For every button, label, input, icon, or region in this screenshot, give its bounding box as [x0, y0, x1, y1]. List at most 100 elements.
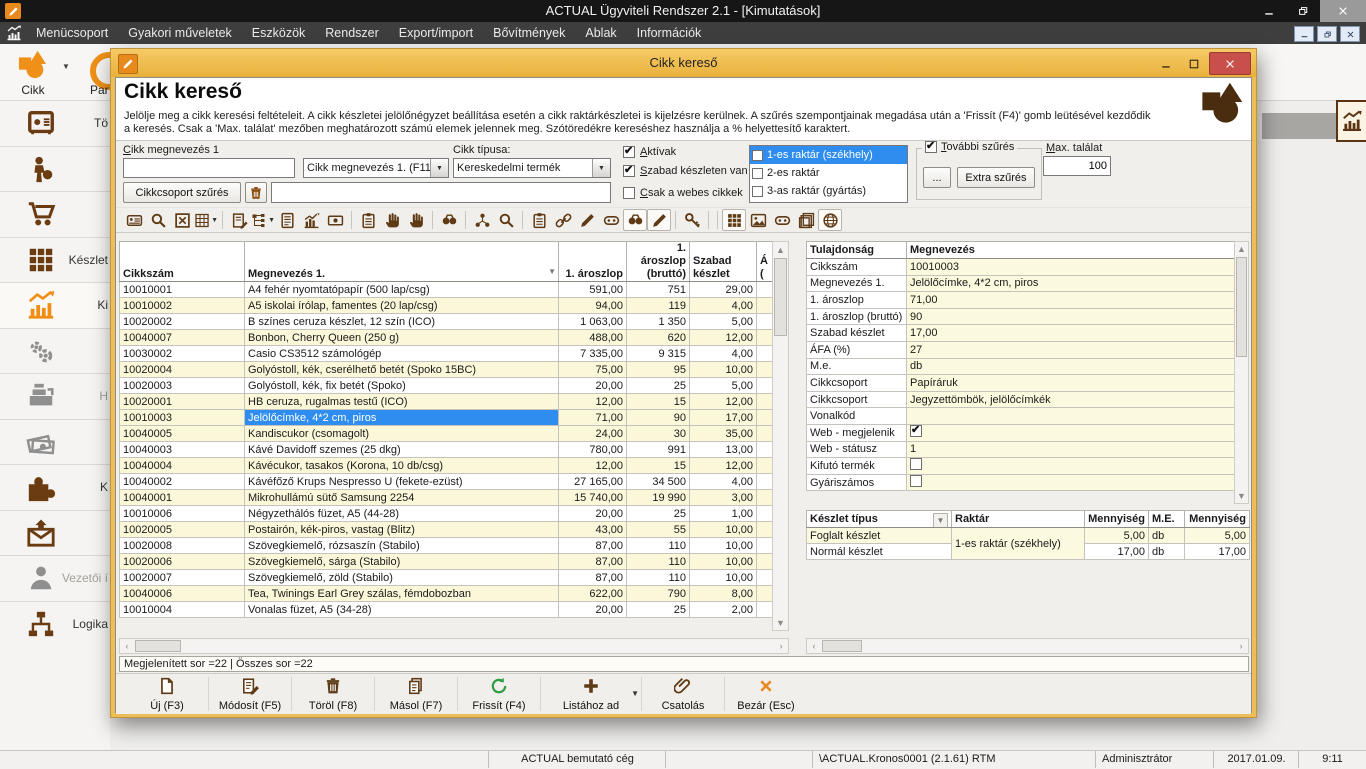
toolbar-cikk-button[interactable]: Cikk [4, 47, 62, 97]
table-cell[interactable]: Casio CS3512 számológép [245, 346, 559, 362]
toolbar-tree-button[interactable]: ▼ [251, 209, 275, 231]
checkbox[interactable] [752, 150, 763, 161]
table-cell[interactable]: 10010004 [120, 602, 245, 618]
dialog-titlebar[interactable]: Cikk kereső [111, 49, 1256, 77]
toolbar-doc-button[interactable] [275, 209, 299, 231]
table-cell[interactable]: 71,00 [559, 410, 627, 426]
toolbar-link-button[interactable] [551, 209, 575, 231]
table-cell[interactable]: 751 [627, 282, 690, 298]
ellipsis-button[interactable]: ... [923, 167, 951, 188]
table-cell[interactable]: 620 [627, 330, 690, 346]
table-cell[interactable]: 35,00 [690, 426, 757, 442]
table-cell[interactable]: 110 [627, 554, 690, 570]
property-value[interactable]: 10010003 [907, 259, 1235, 276]
column-header[interactable]: M.E. [1149, 511, 1185, 528]
table-cell[interactable]: 95 [627, 362, 690, 378]
column-header[interactable]: Tulajdonság [807, 242, 907, 259]
table-cell[interactable]: 25 [627, 506, 690, 522]
button-copy[interactable]: Másol (F7) [375, 675, 457, 713]
table-cell[interactable]: 10020001 [120, 394, 245, 410]
chevron-down-icon[interactable]: ▼ [62, 62, 70, 71]
property-row[interactable]: CikkcsoportJegyzettömbök, jelölőcímkék [807, 391, 1235, 408]
checkbox[interactable] [910, 475, 922, 487]
table-row[interactable]: 10040005Kandiscukor (csomagolt)24,003035… [120, 426, 773, 442]
table-cell[interactable]: 20,00 [559, 602, 627, 618]
table-row[interactable]: 10040001Mikrohullámú sütő Samsung 225415… [120, 490, 773, 506]
toolbar-chart-button[interactable] [299, 209, 323, 231]
table-cell[interactable]: 10040004 [120, 458, 245, 474]
table-cell[interactable]: 4,00 [690, 298, 757, 314]
table-cell[interactable]: 3,00 [690, 490, 757, 506]
mdi-restore-button[interactable] [1317, 26, 1337, 42]
toolbar-card-button[interactable] [122, 209, 146, 231]
table-row[interactable]: 10020002B színes ceruza készlet, 12 szín… [120, 314, 773, 330]
column-header[interactable]: Mennyiség [1085, 511, 1149, 528]
chevron-down-icon[interactable]: ▼ [430, 159, 448, 177]
table-cell[interactable]: A4 fehér nyomtatópapír (500 lap/csg) [245, 282, 559, 298]
button-page[interactable]: Új (F3) [126, 675, 208, 713]
property-value[interactable]: 17,00 [907, 325, 1235, 342]
table-cell[interactable]: 10040002 [120, 474, 245, 490]
table-cell[interactable]: 15 740,00 [559, 490, 627, 506]
column-header[interactable]: Mennyiség [1185, 511, 1250, 528]
property-row[interactable]: M.e.db [807, 358, 1235, 375]
toolbar-search-button[interactable] [494, 209, 518, 231]
table-cell[interactable]: 622,00 [559, 586, 627, 602]
table-cell[interactable]: 10040003 [120, 442, 245, 458]
more-filter-checkbox[interactable] [925, 141, 937, 153]
table-cell[interactable]: 10,00 [690, 538, 757, 554]
table-cell[interactable] [757, 522, 773, 538]
table-cell[interactable] [757, 458, 773, 474]
table-cell[interactable]: 790 [627, 586, 690, 602]
menu-item[interactable]: Menücsoport [26, 22, 118, 44]
scroll-left-icon[interactable]: ‹ [807, 639, 821, 653]
property-value[interactable] [907, 408, 1235, 425]
menu-item[interactable]: Gyakori műveletek [118, 22, 242, 44]
table-cell[interactable]: Mikrohullámú sütő Samsung 2254 [245, 490, 559, 506]
column-header[interactable]: Cikkszám [120, 242, 245, 282]
table-cell[interactable] [757, 554, 773, 570]
menu-item[interactable]: Információk [627, 22, 712, 44]
group-filter-input[interactable] [271, 182, 611, 203]
table-cell[interactable]: A5 iskolai írólap, famentes (20 lap/csg) [245, 298, 559, 314]
toolbar-clipboard-button[interactable] [527, 209, 551, 231]
property-row[interactable]: Kifutó termék [807, 458, 1235, 475]
toolbar-image-button[interactable] [746, 209, 770, 231]
column-header[interactable]: Szabad készlet [690, 242, 757, 282]
menu-item[interactable]: Bővítmények [483, 22, 575, 44]
scroll-down-icon[interactable]: ▼ [773, 615, 788, 630]
table-cell[interactable] [757, 570, 773, 586]
table-cell[interactable]: 780,00 [559, 442, 627, 458]
table-cell[interactable]: Kandiscukor (csomagolt) [245, 426, 559, 442]
filter-checkbox-row[interactable]: Csak a webes cikkek [623, 187, 743, 199]
button-closex[interactable]: Bezár (Esc) [725, 675, 807, 713]
toolbar-money-button[interactable] [323, 209, 347, 231]
table-cell[interactable]: 7 335,00 [559, 346, 627, 362]
table-cell[interactable]: Négyzethálós füzet, A5 (44-28) [245, 506, 559, 522]
toolbar-binoculars-button[interactable] [623, 209, 647, 231]
sidebar-item-moneyfan[interactable] [0, 419, 110, 465]
table-cell[interactable]: Bonbon, Cherry Queen (250 g) [245, 330, 559, 346]
table-cell[interactable]: Golyóstoll, kék, fix betét (Spoko) [245, 378, 559, 394]
cikkcsoport-filter-button[interactable]: Cikkcsoport szűrés [123, 182, 241, 203]
filter-checkbox-row[interactable]: Szabad készleten van [623, 165, 748, 177]
property-row[interactable]: Web - státusz1 [807, 441, 1235, 458]
table-cell[interactable]: 94,00 [559, 298, 627, 314]
table-cell[interactable]: 10010006 [120, 506, 245, 522]
sidebar-item-orgtree[interactable]: Logika [0, 601, 110, 647]
table-cell[interactable] [757, 410, 773, 426]
table-cell[interactable]: 55 [627, 522, 690, 538]
toolbar-key-button[interactable] [680, 209, 704, 231]
mdi-minimize-button[interactable] [1294, 26, 1314, 42]
checkbox[interactable] [623, 187, 635, 199]
table-cell[interactable] [757, 474, 773, 490]
property-row[interactable]: Cikkszám10010003 [807, 259, 1235, 276]
table-cell[interactable]: 27 165,00 [559, 474, 627, 490]
table-row[interactable]: 10020004Golyóstoll, kék, cserélhető beté… [120, 362, 773, 378]
table-row[interactable]: 10020006Szövegkiemelő, sárga (Stabilo)87… [120, 554, 773, 570]
table-cell[interactable]: 10040001 [120, 490, 245, 506]
stock-type[interactable]: Normál készlet [807, 544, 952, 560]
sidebar-item-courier[interactable] [0, 146, 110, 192]
menu-item[interactable]: Ablak [575, 22, 626, 44]
property-row[interactable]: Megnevezés 1.Jelölőcímke, 4*2 cm, piros [807, 275, 1235, 292]
